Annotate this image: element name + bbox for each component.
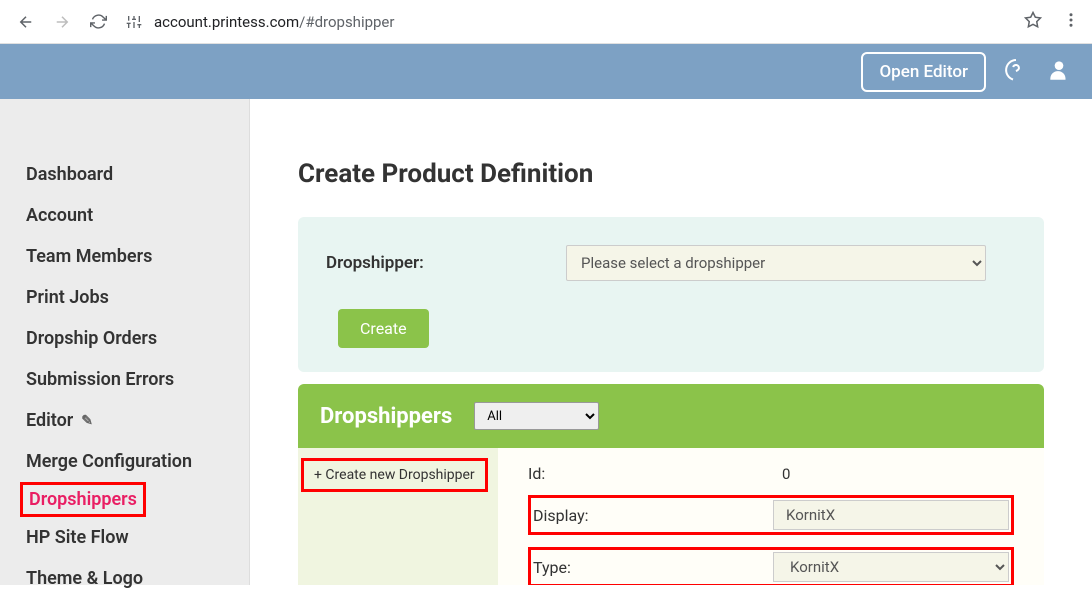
dropshippers-list: + Create new Dropshipper — [298, 448, 498, 585]
create-new-dropshipper-button[interactable]: + Create new Dropshipper — [301, 458, 488, 492]
sidebar-item-print-jobs[interactable]: Print Jobs — [0, 277, 249, 318]
reload-button[interactable] — [84, 8, 112, 36]
create-button[interactable]: Create — [338, 309, 429, 348]
display-row-highlight: Display: — [528, 495, 1014, 535]
main-content: Create Product Definition Dropshipper: P… — [250, 99, 1092, 585]
sidebar-item-editor[interactable]: Editor ✎ — [0, 400, 249, 441]
browser-toolbar: account.printess.com/#dropshipper — [0, 0, 1092, 44]
sidebar-item-dropshippers[interactable]: Dropshippers — [20, 482, 146, 517]
sidebar-label: HP Site Flow — [26, 527, 129, 548]
sidebar-label: Theme & Logo — [26, 568, 143, 589]
type-label: Type: — [533, 558, 773, 577]
sidebar-label: Print Jobs — [26, 287, 109, 308]
type-select[interactable]: KornitX — [773, 552, 1009, 582]
editor-tool-icon: ✎ — [81, 413, 93, 429]
type-row-highlight: Type: KornitX — [528, 547, 1014, 585]
sidebar-label: Account — [26, 205, 93, 226]
sidebar-item-theme-logo[interactable]: Theme & Logo — [0, 558, 249, 599]
dropshipper-select[interactable]: Please select a dropshipper — [566, 245, 986, 281]
sidebar-label: Merge Configuration — [26, 451, 192, 472]
sidebar-item-submission-errors[interactable]: Submission Errors — [0, 359, 249, 400]
dropshipper-label: Dropshipper: — [326, 253, 566, 273]
sidebar-label: Dropshippers — [29, 489, 137, 510]
url-text: account.printess.com/#dropshipper — [154, 13, 394, 31]
create-panel: Dropshipper: Please select a dropshipper… — [298, 217, 1044, 372]
filter-select[interactable]: All — [474, 402, 599, 430]
user-icon[interactable] — [1046, 57, 1072, 87]
site-settings-icon[interactable] — [124, 12, 144, 32]
dropshipper-details: Id: 0 Display: Type: KornitX — [498, 448, 1044, 585]
id-value: 0 — [768, 465, 1014, 483]
app-header: Open Editor — [0, 44, 1092, 99]
url-bar[interactable]: account.printess.com/#dropshipper — [120, 12, 1016, 32]
forward-button[interactable] — [48, 8, 76, 36]
sidebar-item-hp-site-flow[interactable]: HP Site Flow — [0, 517, 249, 558]
dropshippers-title: Dropshippers — [320, 404, 452, 429]
dropshippers-panel: Dropshippers All + Create new Dropshippe… — [298, 384, 1044, 585]
sidebar-label: Submission Errors — [26, 369, 174, 390]
back-button[interactable] — [12, 8, 40, 36]
sidebar-item-merge-configuration[interactable]: Merge Configuration — [0, 441, 249, 482]
sidebar-item-team-members[interactable]: Team Members — [0, 236, 249, 277]
sidebar-label: Editor — [26, 410, 73, 431]
display-input[interactable] — [773, 500, 1009, 530]
page-title: Create Product Definition — [298, 159, 1044, 189]
open-editor-button[interactable]: Open Editor — [861, 52, 986, 92]
dropshippers-header: Dropshippers All — [298, 384, 1044, 448]
help-icon[interactable] — [1004, 58, 1028, 86]
display-label: Display: — [533, 506, 773, 525]
sidebar-item-dropship-orders[interactable]: Dropship Orders — [0, 318, 249, 359]
sidebar-item-dashboard[interactable]: Dashboard — [0, 154, 249, 195]
bookmark-star-icon[interactable] — [1024, 11, 1042, 33]
browser-menu-icon[interactable] — [1062, 11, 1080, 33]
sidebar-label: Dashboard — [26, 164, 113, 185]
sidebar-label: Dropship Orders — [26, 328, 157, 349]
sidebar: Dashboard Account Team Members Print Job… — [0, 99, 250, 585]
sidebar-item-account[interactable]: Account — [0, 195, 249, 236]
sidebar-label: Team Members — [26, 246, 152, 267]
id-label: Id: — [528, 464, 768, 483]
